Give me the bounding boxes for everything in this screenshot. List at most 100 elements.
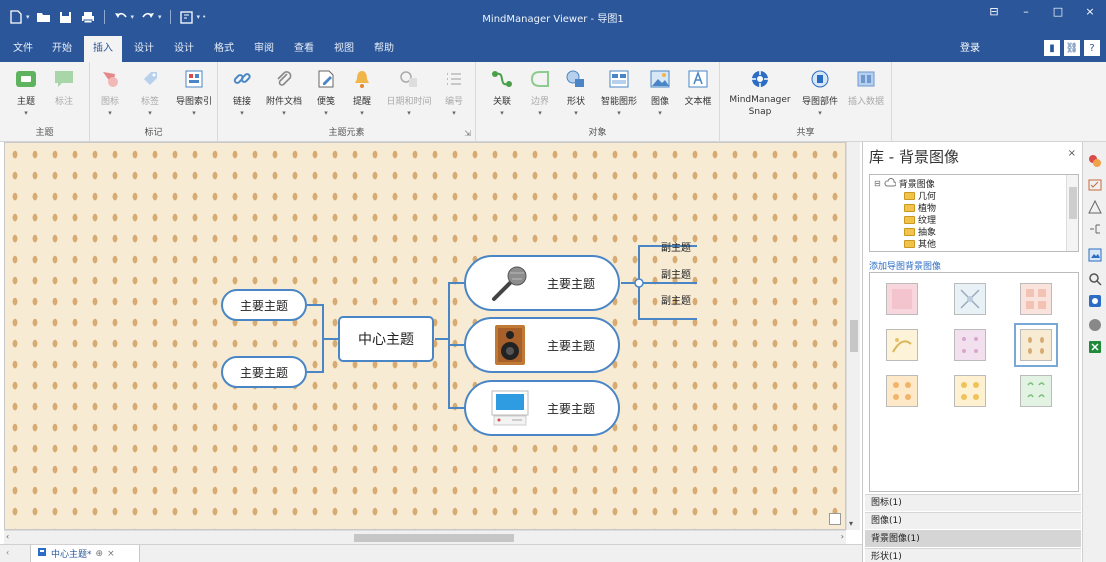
icon-marker-button[interactable]: 图标 ▾ [90,68,130,117]
main-topic-speaker[interactable]: 主要主题 [464,317,620,373]
background-thumbnail[interactable] [954,329,986,361]
chevron-down-icon: ▾ [148,109,152,117]
pin-icon[interactable]: ▮ [1044,40,1060,56]
task-icon[interactable] [1086,176,1104,194]
collapse-toggle[interactable] [634,278,644,288]
vertical-scrollbar[interactable]: ▾ [846,142,860,530]
tab-insert[interactable]: 插入 [84,36,122,62]
scroll-thumb[interactable] [354,534,514,542]
tab-review[interactable]: 审阅 [246,36,282,62]
add-background-link[interactable]: 添加导图背景图像 [869,259,941,272]
chevron-down-icon: ▾ [282,109,286,117]
map-index-button[interactable]: 导图索引 ▾ [172,68,216,117]
central-topic[interactable]: 中心主题 [338,316,434,362]
chevron-down-icon: ▾ [108,109,112,117]
tab-file[interactable]: 文件 [6,36,40,62]
callout-button[interactable]: 标注 [44,68,84,107]
attachment-button[interactable]: 附件文档 ▾ [262,68,306,117]
tree-item[interactable]: 其他 [904,237,936,250]
tab-view[interactable]: 查看 [286,36,322,62]
smartshape-button[interactable]: 智能图形 ▾ [596,68,642,117]
chevron-down-icon: ▾ [818,109,822,117]
main-topic-microphone[interactable]: 主要主题 [464,255,620,311]
relationship-button[interactable]: 关联 ▾ [482,68,522,117]
left-main-topic[interactable]: 主要主题 [221,356,307,388]
warning-icon[interactable] [1086,198,1104,216]
tab-design[interactable]: 设计 [126,36,162,62]
scroll-right-icon[interactable]: › [841,532,844,541]
background-thumbnail[interactable] [886,375,918,407]
topic-button[interactable]: 主题 ▾ [6,68,46,117]
tab-design-2[interactable]: 设计 [166,36,202,62]
background-thumbnail-selected[interactable] [1014,323,1058,367]
document-tab[interactable]: 中心主题* ⊕ × [30,545,140,562]
subtopic[interactable]: 副主题 [661,266,691,282]
collapse-icon[interactable]: ⊟ [874,179,881,188]
background-thumbnail[interactable] [886,329,918,361]
main-topic-label: 主要主题 [546,338,595,353]
insert-data-button[interactable]: 插入数据 [844,68,888,107]
tree-scrollbar[interactable] [1066,175,1078,251]
tab-scroll-icon[interactable]: ‹ [6,548,9,557]
gray-circle-icon[interactable] [1086,316,1104,334]
speaker-icon [489,324,531,366]
map-canvas[interactable]: 中心主题 主要主题 主要主题 主要主题 主要主题 主要主题 副主题 副主题 副主… [4,142,846,530]
minimize-button[interactable]: – [1010,0,1042,22]
help-icon[interactable]: ? [1084,40,1100,56]
subtopic[interactable]: 副主题 [661,292,691,308]
tab-home[interactable]: 开始 [44,36,80,62]
close-tab-icon[interactable]: × [107,549,115,559]
search-icon[interactable] [1086,270,1104,288]
image-button[interactable]: 图像 ▾ [640,68,680,117]
pin-tab-icon[interactable]: ⊕ [96,549,104,559]
datetime-button[interactable]: 日期和时间 ▾ [384,68,434,117]
close-icon[interactable]: × [1068,148,1076,159]
maximize-button[interactable]: □ [1042,0,1074,22]
background-thumbnail[interactable] [954,375,986,407]
scroll-thumb[interactable] [850,320,858,352]
numbering-button[interactable]: 编号 ▾ [434,68,474,117]
accordion-icons[interactable]: 图标(1) [865,494,1081,511]
scroll-down-icon[interactable]: ▾ [849,519,853,528]
map-document-icon [37,547,47,560]
background-thumbnail[interactable] [1020,283,1052,315]
subtopic[interactable]: 副主题 [661,239,691,255]
accordion-images[interactable]: 图像(1) [865,512,1081,529]
signin-link[interactable]: 登录 [960,36,980,62]
outlook-icon[interactable] [1086,292,1104,310]
library-icon[interactable] [1086,152,1104,170]
share-icon[interactable]: ⛓ [1064,40,1080,56]
left-main-topic[interactable]: 主要主题 [221,289,307,321]
main-topic-label: 主要主题 [546,276,595,291]
textbox-button[interactable]: 文本框 [678,68,718,107]
scroll-left-icon[interactable]: ‹ [6,532,9,541]
topic-icon [14,68,38,90]
shape-button[interactable]: 形状 ▾ [556,68,596,117]
tag-button[interactable]: 标签 ▾ [130,68,170,117]
image-library-icon[interactable] [1086,246,1104,264]
background-thumbnail[interactable] [886,283,918,315]
ribbon-display-options-button[interactable]: ⊟ [978,0,1010,22]
map-parts-icon[interactable] [1086,220,1104,238]
alarm-button[interactable]: 提醒 ▾ [342,68,382,117]
dialog-launcher-icon[interactable]: ⇲ [464,129,471,138]
scroll-thumb[interactable] [1069,187,1077,219]
tab-help[interactable]: 帮助 [366,36,402,62]
link-button[interactable]: 链接 ▾ [222,68,262,117]
accordion-shapes[interactable]: 形状(1) [865,548,1081,562]
map-part-button[interactable]: 导图部件 ▾ [798,68,842,117]
background-thumbnail[interactable] [1020,375,1052,407]
main-topic-monitor[interactable]: 主要主题 [464,380,620,436]
horizontal-scrollbar[interactable]: ‹ › [4,530,846,544]
accordion-background-images[interactable]: 背景图像(1) [865,530,1081,547]
mindmanager-snap-button[interactable]: MindManager Snap [724,68,796,118]
overview-toggle[interactable] [829,513,841,525]
background-thumbnail[interactable] [954,283,986,315]
tab-view-2[interactable]: 视图 [326,36,362,62]
document-tab-label: 中心主题* [51,550,92,560]
boundary-button[interactable]: 边界 ▾ [520,68,560,117]
note-button[interactable]: 便笺 ▾ [306,68,346,117]
close-button[interactable]: × [1074,0,1106,22]
tab-format[interactable]: 格式 [206,36,242,62]
excel-icon[interactable] [1086,338,1104,356]
